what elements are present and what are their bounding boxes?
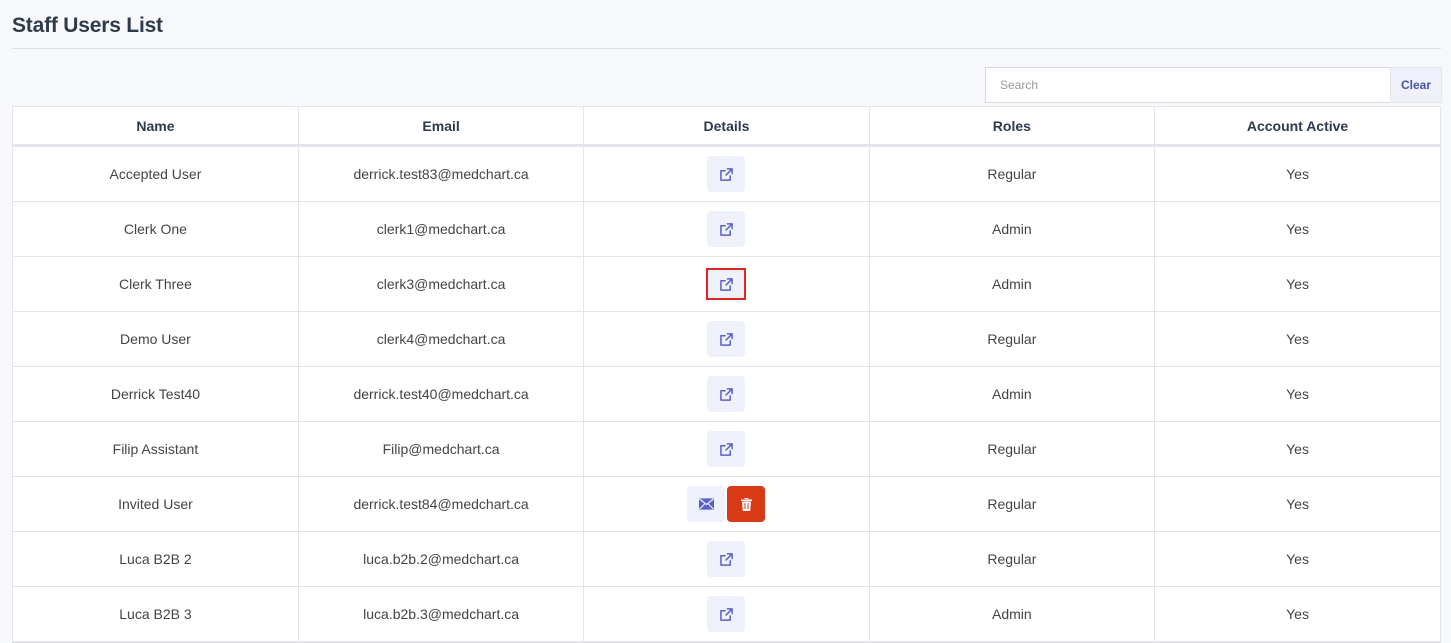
cell-details: [583, 256, 870, 312]
cell-name: Clerk Three: [13, 256, 299, 312]
table-row: Filip Assistant Filip@medchart.ca Regula…: [13, 421, 1440, 477]
open-details-button[interactable]: [707, 596, 746, 632]
cell-active: Yes: [1154, 145, 1440, 202]
external-link-icon: [720, 552, 733, 566]
cell-email: clerk4@medchart.ca: [298, 311, 585, 367]
cell-details: [583, 476, 870, 532]
cell-name: Accepted User: [13, 145, 299, 202]
cell-active: Yes: [1154, 586, 1440, 642]
cell-role: Regular: [869, 311, 1156, 367]
cell-email: derrick.test83@medchart.ca: [298, 145, 585, 202]
cell-role: Regular: [869, 476, 1156, 532]
cell-active: Yes: [1154, 256, 1440, 312]
cell-email: derrick.test84@medchart.ca: [298, 476, 585, 532]
cell-role: Regular: [869, 421, 1156, 477]
cell-details: [583, 145, 870, 202]
cell-name: Demo User: [13, 311, 299, 367]
external-link-icon: [720, 387, 733, 401]
column-header-roles[interactable]: Roles: [869, 107, 1156, 147]
cell-active: Yes: [1154, 476, 1440, 532]
table-row: Derrick Test40 derrick.test40@medchart.c…: [13, 366, 1440, 422]
table-row: Invited User derrick.test84@medchart.ca …: [13, 476, 1440, 532]
cell-name: Filip Assistant: [13, 421, 299, 477]
external-link-icon: [720, 167, 733, 181]
table-row: Luca B2B 2 luca.b2b.2@medchart.ca Regula…: [13, 531, 1440, 587]
open-details-button[interactable]: [707, 156, 746, 192]
cell-role: Admin: [869, 586, 1156, 642]
clear-button[interactable]: Clear: [1390, 67, 1442, 103]
cell-role: Admin: [869, 256, 1156, 312]
cell-name: Luca B2B 3: [13, 586, 299, 642]
cell-role: Regular: [869, 531, 1156, 587]
delete-invite-button[interactable]: [727, 486, 766, 522]
external-link-icon: [720, 222, 733, 236]
cell-name: Derrick Test40: [13, 366, 299, 422]
column-header-account-active[interactable]: Account Active: [1154, 107, 1440, 147]
page-title: Staff Users List: [12, 14, 163, 37]
external-link-icon: [720, 607, 733, 621]
table-row: Clerk One clerk1@medchart.ca Admin Yes: [13, 201, 1440, 257]
cell-active: Yes: [1154, 531, 1440, 587]
open-details-button-highlighted[interactable]: [706, 268, 747, 300]
column-header-details: Details: [583, 107, 870, 147]
cell-email: Filip@medchart.ca: [298, 421, 585, 477]
open-details-button[interactable]: [707, 541, 746, 577]
title-divider: [12, 48, 1441, 49]
open-details-button[interactable]: [707, 376, 746, 412]
cell-active: Yes: [1154, 201, 1440, 257]
search-bar: Clear: [985, 67, 1442, 103]
cell-role: Regular: [869, 145, 1156, 202]
cell-active: Yes: [1154, 421, 1440, 477]
cell-name: Luca B2B 2: [13, 531, 299, 587]
external-link-icon: [720, 277, 733, 291]
cell-details: [583, 586, 870, 642]
cell-name: Clerk One: [13, 201, 299, 257]
cell-email: clerk1@medchart.ca: [298, 201, 585, 257]
table-header-row: Name Email Details Roles Account Active: [13, 107, 1440, 147]
cell-details: [583, 421, 870, 477]
cell-name: Invited User: [13, 476, 299, 532]
table-row: Clerk Three clerk3@medchart.ca Admin Yes: [13, 256, 1440, 312]
resend-invite-button[interactable]: [687, 486, 726, 522]
cell-details: [583, 366, 870, 422]
cell-email: derrick.test40@medchart.ca: [298, 366, 585, 422]
external-link-icon: [720, 332, 733, 346]
cell-email: luca.b2b.2@medchart.ca: [298, 531, 585, 587]
cell-details: [583, 311, 870, 367]
search-input[interactable]: [985, 67, 1390, 103]
table-row: Demo User clerk4@medchart.ca Regular Yes: [13, 311, 1440, 367]
external-link-icon: [720, 442, 733, 456]
cell-email: clerk3@medchart.ca: [298, 256, 585, 312]
cell-details: [583, 201, 870, 257]
column-header-email[interactable]: Email: [298, 107, 585, 147]
cell-role: Admin: [869, 366, 1156, 422]
cell-active: Yes: [1154, 366, 1440, 422]
table-row: Accepted User derrick.test83@medchart.ca…: [13, 145, 1440, 202]
cell-email: luca.b2b.3@medchart.ca: [298, 586, 585, 642]
table-row: Luca B2B 3 luca.b2b.3@medchart.ca Admin …: [13, 586, 1440, 642]
column-header-name[interactable]: Name: [13, 107, 299, 147]
envelope-icon: [698, 498, 714, 510]
trash-icon: [740, 497, 752, 511]
open-details-button[interactable]: [707, 321, 746, 357]
cell-details: [583, 531, 870, 587]
staff-users-table: Name Email Details Roles Account Active …: [12, 106, 1441, 643]
open-details-button[interactable]: [707, 431, 746, 467]
cell-role: Admin: [869, 201, 1156, 257]
cell-active: Yes: [1154, 311, 1440, 367]
open-details-button[interactable]: [707, 211, 746, 247]
